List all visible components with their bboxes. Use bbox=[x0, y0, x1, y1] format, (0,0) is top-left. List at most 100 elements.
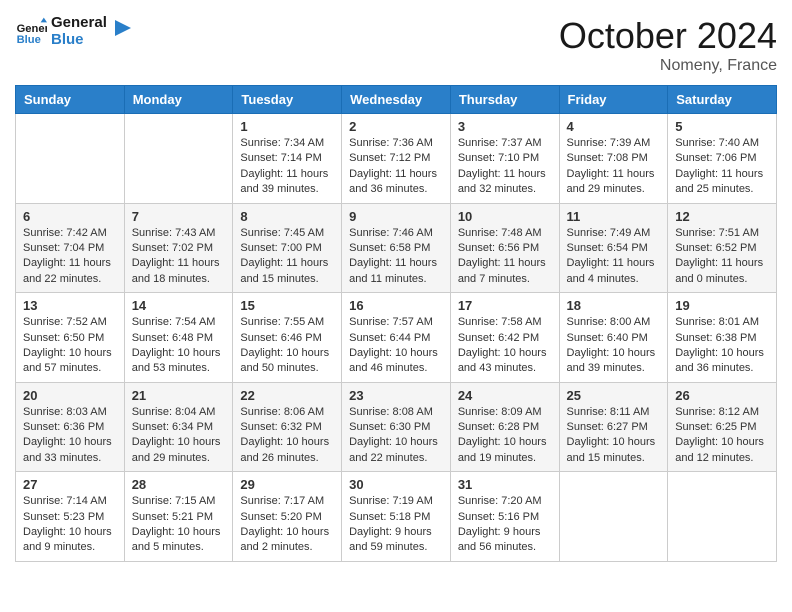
day-cell: 11 Sunrise: 7:49 AM Sunset: 6:54 PM Dayl… bbox=[559, 203, 668, 293]
day-info: Sunrise: 7:20 AM Sunset: 5:16 PM Dayligh… bbox=[458, 494, 552, 556]
day-cell: 13 Sunrise: 7:52 AM Sunset: 6:50 PM Dayl… bbox=[16, 293, 125, 383]
daylight: Daylight: 11 hours and 11 minutes. bbox=[349, 257, 437, 284]
day-number: 14 bbox=[132, 298, 226, 313]
day-info: Sunrise: 8:06 AM Sunset: 6:32 PM Dayligh… bbox=[240, 405, 334, 467]
sunrise: Sunrise: 7:37 AM bbox=[458, 137, 542, 149]
day-cell: 31 Sunrise: 7:20 AM Sunset: 5:16 PM Dayl… bbox=[450, 472, 559, 562]
day-info: Sunrise: 7:34 AM Sunset: 7:14 PM Dayligh… bbox=[240, 136, 334, 198]
day-cell: 19 Sunrise: 8:01 AM Sunset: 6:38 PM Dayl… bbox=[668, 293, 777, 383]
sunrise: Sunrise: 7:48 AM bbox=[458, 227, 542, 239]
sunset: Sunset: 6:42 PM bbox=[458, 332, 539, 344]
week-row-4: 20 Sunrise: 8:03 AM Sunset: 6:36 PM Dayl… bbox=[16, 382, 777, 472]
daylight: Daylight: 10 hours and 43 minutes. bbox=[458, 347, 547, 374]
logo-general: General bbox=[51, 15, 107, 32]
sunset: Sunset: 5:23 PM bbox=[23, 511, 104, 523]
day-info: Sunrise: 7:19 AM Sunset: 5:18 PM Dayligh… bbox=[349, 494, 443, 556]
logo-blue: Blue bbox=[51, 32, 107, 49]
daylight: Daylight: 11 hours and 32 minutes. bbox=[458, 168, 546, 195]
daylight: Daylight: 10 hours and 33 minutes. bbox=[23, 436, 112, 463]
sunrise: Sunrise: 7:42 AM bbox=[23, 227, 107, 239]
daylight: Daylight: 10 hours and 57 minutes. bbox=[23, 347, 112, 374]
sunrise: Sunrise: 7:49 AM bbox=[567, 227, 651, 239]
sunrise: Sunrise: 8:03 AM bbox=[23, 406, 107, 418]
sunrise: Sunrise: 7:36 AM bbox=[349, 137, 433, 149]
day-number: 18 bbox=[567, 298, 661, 313]
sunset: Sunset: 5:21 PM bbox=[132, 511, 213, 523]
sunrise: Sunrise: 8:04 AM bbox=[132, 406, 216, 418]
sunset: Sunset: 6:52 PM bbox=[675, 242, 756, 254]
day-cell: 24 Sunrise: 8:09 AM Sunset: 6:28 PM Dayl… bbox=[450, 382, 559, 472]
sunset: Sunset: 6:30 PM bbox=[349, 421, 430, 433]
sunset: Sunset: 7:08 PM bbox=[567, 152, 648, 164]
sunset: Sunset: 7:10 PM bbox=[458, 152, 539, 164]
week-row-5: 27 Sunrise: 7:14 AM Sunset: 5:23 PM Dayl… bbox=[16, 472, 777, 562]
day-number: 24 bbox=[458, 388, 552, 403]
daylight: Daylight: 10 hours and 53 minutes. bbox=[132, 347, 221, 374]
day-info: Sunrise: 7:37 AM Sunset: 7:10 PM Dayligh… bbox=[458, 136, 552, 198]
day-info: Sunrise: 7:14 AM Sunset: 5:23 PM Dayligh… bbox=[23, 494, 117, 556]
day-number: 26 bbox=[675, 388, 769, 403]
day-number: 27 bbox=[23, 477, 117, 492]
day-number: 19 bbox=[675, 298, 769, 313]
day-number: 6 bbox=[23, 209, 117, 224]
sunset: Sunset: 6:56 PM bbox=[458, 242, 539, 254]
daylight: Daylight: 9 hours and 59 minutes. bbox=[349, 526, 432, 553]
day-cell: 27 Sunrise: 7:14 AM Sunset: 5:23 PM Dayl… bbox=[16, 472, 125, 562]
day-number: 9 bbox=[349, 209, 443, 224]
daylight: Daylight: 10 hours and 29 minutes. bbox=[132, 436, 221, 463]
day-number: 30 bbox=[349, 477, 443, 492]
day-cell: 25 Sunrise: 8:11 AM Sunset: 6:27 PM Dayl… bbox=[559, 382, 668, 472]
sunset: Sunset: 7:02 PM bbox=[132, 242, 213, 254]
day-info: Sunrise: 8:04 AM Sunset: 6:34 PM Dayligh… bbox=[132, 405, 226, 467]
day-info: Sunrise: 7:48 AM Sunset: 6:56 PM Dayligh… bbox=[458, 226, 552, 288]
daylight: Daylight: 11 hours and 25 minutes. bbox=[675, 168, 763, 195]
day-info: Sunrise: 7:57 AM Sunset: 6:44 PM Dayligh… bbox=[349, 315, 443, 377]
day-info: Sunrise: 7:54 AM Sunset: 6:48 PM Dayligh… bbox=[132, 315, 226, 377]
daylight: Daylight: 10 hours and 15 minutes. bbox=[567, 436, 656, 463]
day-cell: 22 Sunrise: 8:06 AM Sunset: 6:32 PM Dayl… bbox=[233, 382, 342, 472]
day-cell: 1 Sunrise: 7:34 AM Sunset: 7:14 PM Dayli… bbox=[233, 114, 342, 204]
sunset: Sunset: 6:50 PM bbox=[23, 332, 104, 344]
sunset: Sunset: 6:40 PM bbox=[567, 332, 648, 344]
sunrise: Sunrise: 7:14 AM bbox=[23, 495, 107, 507]
sunset: Sunset: 5:16 PM bbox=[458, 511, 539, 523]
sunset: Sunset: 6:25 PM bbox=[675, 421, 756, 433]
day-info: Sunrise: 7:39 AM Sunset: 7:08 PM Dayligh… bbox=[567, 136, 661, 198]
daylight: Daylight: 11 hours and 18 minutes. bbox=[132, 257, 220, 284]
daylight: Daylight: 10 hours and 5 minutes. bbox=[132, 526, 221, 553]
daylight: Daylight: 10 hours and 9 minutes. bbox=[23, 526, 112, 553]
day-number: 11 bbox=[567, 209, 661, 224]
day-cell: 9 Sunrise: 7:46 AM Sunset: 6:58 PM Dayli… bbox=[342, 203, 451, 293]
day-info: Sunrise: 7:49 AM Sunset: 6:54 PM Dayligh… bbox=[567, 226, 661, 288]
day-number: 4 bbox=[567, 119, 661, 134]
day-cell bbox=[16, 114, 125, 204]
sunrise: Sunrise: 7:54 AM bbox=[132, 316, 216, 328]
daylight: Daylight: 10 hours and 26 minutes. bbox=[240, 436, 329, 463]
daylight: Daylight: 9 hours and 56 minutes. bbox=[458, 526, 541, 553]
sunrise: Sunrise: 7:43 AM bbox=[132, 227, 216, 239]
day-info: Sunrise: 7:46 AM Sunset: 6:58 PM Dayligh… bbox=[349, 226, 443, 288]
week-row-1: 1 Sunrise: 7:34 AM Sunset: 7:14 PM Dayli… bbox=[16, 114, 777, 204]
daylight: Daylight: 11 hours and 36 minutes. bbox=[349, 168, 437, 195]
sunrise: Sunrise: 7:19 AM bbox=[349, 495, 433, 507]
sunset: Sunset: 6:48 PM bbox=[132, 332, 213, 344]
day-cell: 7 Sunrise: 7:43 AM Sunset: 7:02 PM Dayli… bbox=[124, 203, 233, 293]
day-cell bbox=[124, 114, 233, 204]
sunrise: Sunrise: 7:39 AM bbox=[567, 137, 651, 149]
daylight: Daylight: 10 hours and 39 minutes. bbox=[567, 347, 656, 374]
sunrise: Sunrise: 8:00 AM bbox=[567, 316, 651, 328]
logo-icon: General Blue bbox=[15, 16, 47, 48]
day-info: Sunrise: 8:08 AM Sunset: 6:30 PM Dayligh… bbox=[349, 405, 443, 467]
day-number: 16 bbox=[349, 298, 443, 313]
day-info: Sunrise: 8:01 AM Sunset: 6:38 PM Dayligh… bbox=[675, 315, 769, 377]
daylight: Daylight: 11 hours and 0 minutes. bbox=[675, 257, 763, 284]
day-cell: 5 Sunrise: 7:40 AM Sunset: 7:06 PM Dayli… bbox=[668, 114, 777, 204]
day-cell: 4 Sunrise: 7:39 AM Sunset: 7:08 PM Dayli… bbox=[559, 114, 668, 204]
header-row: SundayMondayTuesdayWednesdayThursdayFrid… bbox=[16, 86, 777, 114]
day-info: Sunrise: 7:17 AM Sunset: 5:20 PM Dayligh… bbox=[240, 494, 334, 556]
sunrise: Sunrise: 8:06 AM bbox=[240, 406, 324, 418]
week-row-3: 13 Sunrise: 7:52 AM Sunset: 6:50 PM Dayl… bbox=[16, 293, 777, 383]
day-info: Sunrise: 7:52 AM Sunset: 6:50 PM Dayligh… bbox=[23, 315, 117, 377]
sunset: Sunset: 6:58 PM bbox=[349, 242, 430, 254]
sunrise: Sunrise: 8:09 AM bbox=[458, 406, 542, 418]
